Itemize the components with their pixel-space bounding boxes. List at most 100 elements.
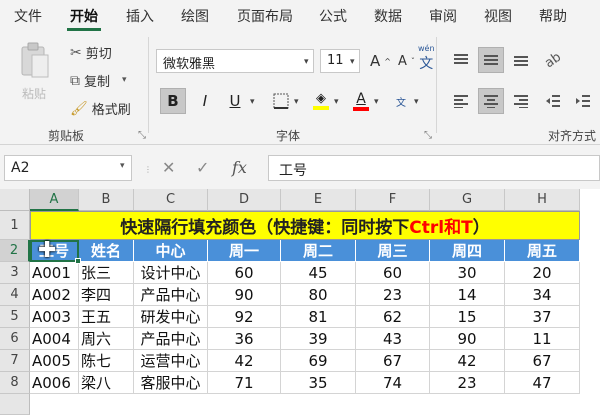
- insert-function-icon[interactable]: fx: [232, 158, 247, 177]
- copy-button[interactable]: ⧉ 复制 ▾: [70, 71, 127, 91]
- increase-indent-icon[interactable]: [570, 88, 596, 114]
- data-cell[interactable]: 92: [208, 306, 281, 328]
- align-top-icon[interactable]: [448, 47, 474, 73]
- phonetic-guide-icon[interactable]: 文: [388, 88, 414, 114]
- underline-button[interactable]: U: [222, 88, 248, 114]
- clipboard-launcher-icon[interactable]: ⤡: [138, 130, 146, 141]
- decrease-font-icon[interactable]: Aˇ: [398, 54, 415, 69]
- font-size-chevron-icon[interactable]: ▾: [350, 57, 355, 67]
- data-cell[interactable]: 张三: [79, 262, 134, 284]
- data-cell[interactable]: 45: [281, 262, 356, 284]
- data-cell[interactable]: 23: [356, 284, 430, 306]
- font-launcher-icon[interactable]: ⤡: [424, 130, 432, 141]
- title-cell[interactable]: 快速隔行填充颜色（快捷键：同时按下 Ctrl和T）: [30, 211, 580, 240]
- column-header-b[interactable]: B: [79, 189, 134, 211]
- data-cell[interactable]: 62: [356, 306, 430, 328]
- row-header-3[interactable]: 3: [0, 262, 30, 284]
- data-cell[interactable]: 39: [281, 328, 356, 350]
- data-cell[interactable]: 37: [505, 306, 580, 328]
- align-bottom-icon[interactable]: [508, 47, 534, 73]
- menu-home[interactable]: 开始: [70, 6, 98, 26]
- column-header-h[interactable]: H: [505, 189, 580, 211]
- italic-button[interactable]: I: [192, 88, 218, 114]
- data-cell[interactable]: 设计中心: [134, 262, 208, 284]
- row-header-6[interactable]: 6: [0, 328, 30, 350]
- data-cell[interactable]: 42: [430, 350, 505, 372]
- data-cell[interactable]: 运营中心: [134, 350, 208, 372]
- data-cell[interactable]: 15: [430, 306, 505, 328]
- row-header-9[interactable]: [0, 394, 30, 415]
- column-header-a[interactable]: A: [30, 189, 79, 211]
- data-cell[interactable]: 60: [356, 262, 430, 284]
- align-middle-icon[interactable]: [478, 47, 504, 73]
- phonetic-icon[interactable]: wén 文: [418, 44, 435, 73]
- row-header-2[interactable]: 2: [0, 240, 30, 262]
- data-cell[interactable]: 69: [281, 350, 356, 372]
- row-header-8[interactable]: 8: [0, 372, 30, 394]
- align-left-icon[interactable]: [448, 88, 474, 114]
- border-icon[interactable]: [268, 88, 294, 114]
- data-cell[interactable]: 80: [281, 284, 356, 306]
- select-all-corner[interactable]: [0, 189, 30, 211]
- font-name-select[interactable]: 微软雅黑: [156, 49, 314, 73]
- data-cell[interactable]: A001: [30, 262, 79, 284]
- data-cell[interactable]: 23: [430, 372, 505, 394]
- formula-input[interactable]: 工号: [268, 155, 600, 181]
- data-cell[interactable]: 90: [430, 328, 505, 350]
- fill-color-chevron-icon[interactable]: ▾: [334, 97, 339, 107]
- column-header-c[interactable]: C: [134, 189, 208, 211]
- data-cell[interactable]: A006: [30, 372, 79, 394]
- enter-icon[interactable]: ✓: [196, 158, 209, 177]
- underline-chevron-icon[interactable]: ▾: [250, 97, 255, 107]
- menu-view[interactable]: 视图: [484, 6, 512, 26]
- format-painter-button[interactable]: 🖌 格式刷: [70, 99, 131, 119]
- data-cell[interactable]: A002: [30, 284, 79, 306]
- fill-color-icon[interactable]: ◈: [308, 88, 334, 114]
- row-header-7[interactable]: 7: [0, 350, 30, 372]
- fill-handle[interactable]: [75, 258, 81, 264]
- data-cell[interactable]: 35: [281, 372, 356, 394]
- worksheet-grid[interactable]: A B C D E F G H 1 2 3 4 5 6 7 8 快速隔行填充颜色…: [0, 189, 600, 415]
- data-cell[interactable]: 74: [356, 372, 430, 394]
- data-cell[interactable]: 梁八: [79, 372, 134, 394]
- header-cell[interactable]: 周五: [505, 240, 580, 262]
- data-cell[interactable]: 81: [281, 306, 356, 328]
- column-header-f[interactable]: F: [356, 189, 430, 211]
- data-cell[interactable]: 90: [208, 284, 281, 306]
- bold-button[interactable]: B: [160, 88, 186, 114]
- data-cell[interactable]: 产品中心: [134, 328, 208, 350]
- data-cell[interactable]: 42: [208, 350, 281, 372]
- data-cell[interactable]: 11: [505, 328, 580, 350]
- menu-formulas[interactable]: 公式: [319, 6, 347, 26]
- data-cell[interactable]: 30: [430, 262, 505, 284]
- row-header-4[interactable]: 4: [0, 284, 30, 306]
- phonetic-guide-chevron-icon[interactable]: ▾: [414, 97, 419, 107]
- data-cell[interactable]: 47: [505, 372, 580, 394]
- decrease-indent-icon[interactable]: [540, 88, 566, 114]
- header-cell[interactable]: 周三: [356, 240, 430, 262]
- data-cell[interactable]: 产品中心: [134, 284, 208, 306]
- menu-review[interactable]: 审阅: [429, 6, 457, 26]
- data-cell[interactable]: 43: [356, 328, 430, 350]
- header-cell[interactable]: 中心: [134, 240, 208, 262]
- data-cell[interactable]: 20: [505, 262, 580, 284]
- column-header-d[interactable]: D: [208, 189, 281, 211]
- menu-page-layout[interactable]: 页面布局: [237, 6, 293, 26]
- orientation-icon[interactable]: ab: [540, 47, 566, 73]
- data-cell[interactable]: A005: [30, 350, 79, 372]
- paste-icon[interactable]: [18, 41, 52, 81]
- font-color-chevron-icon[interactable]: ▾: [374, 97, 379, 107]
- column-header-g[interactable]: G: [430, 189, 505, 211]
- data-cell[interactable]: 陈七: [79, 350, 134, 372]
- data-cell[interactable]: 67: [505, 350, 580, 372]
- menu-help[interactable]: 帮助: [539, 6, 567, 26]
- paste-button-label[interactable]: 粘贴: [22, 85, 46, 102]
- data-cell[interactable]: 36: [208, 328, 281, 350]
- increase-font-icon[interactable]: A ^: [370, 52, 391, 70]
- menu-draw[interactable]: 绘图: [181, 6, 209, 26]
- header-cell[interactable]: 周一: [208, 240, 281, 262]
- menu-insert[interactable]: 插入: [126, 6, 154, 26]
- name-box[interactable]: A2: [4, 155, 132, 181]
- data-cell[interactable]: 李四: [79, 284, 134, 306]
- data-cell[interactable]: 王五: [79, 306, 134, 328]
